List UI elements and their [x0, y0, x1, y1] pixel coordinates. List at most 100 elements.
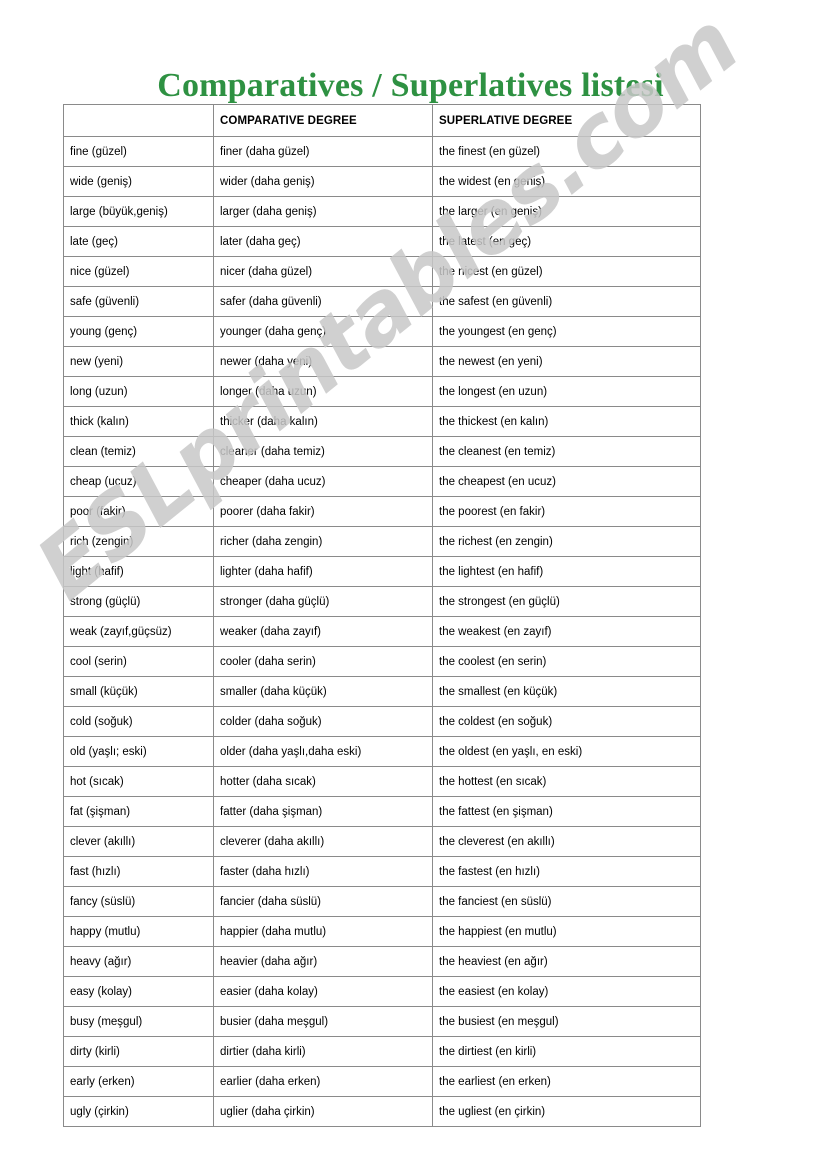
cell-comparative: dirtier (daha kirli) — [213, 1036, 433, 1067]
cell-comparative: larger (daha geniş) — [213, 196, 433, 227]
cell-adjective: fast (hızlı) — [63, 856, 214, 887]
table-row: large (büyük,geniş) larger (daha geniş) th… — [63, 196, 701, 227]
table-row: thick (kalın) thicker (daha kalın) the thi… — [63, 406, 701, 437]
column-header-superlative: SUPERLATIVE DEGREE — [432, 104, 701, 137]
cell-superlative: the strongest (en güçlü) — [432, 586, 701, 617]
column-header-adjective — [63, 104, 214, 137]
cell-comparative: finer (daha güzel) — [213, 136, 433, 167]
cell-adjective: light (hafif) — [63, 556, 214, 587]
cell-superlative: the earliest (en erken) — [432, 1066, 701, 1097]
cell-superlative: the youngest (en genç) — [432, 316, 701, 347]
cell-adjective: clever (akıllı) — [63, 826, 214, 857]
cell-adjective: large (büyük,geniş) — [63, 196, 214, 227]
cell-adjective: cool (serin) — [63, 646, 214, 677]
cell-comparative: longer (daha uzun) — [213, 376, 433, 407]
table-header-row: COMPARATIVE DEGREE SUPERLATIVE DEGREE — [63, 104, 701, 137]
table-row: fine (güzel) finer (daha güzel) the finest… — [63, 136, 701, 167]
page-title: Comparatives / Superlatives listesi — [157, 66, 664, 104]
cell-comparative: richer (daha zengin) — [213, 526, 433, 557]
cell-comparative: uglier (daha çirkin) — [213, 1096, 433, 1127]
table-row: easy (kolay) easier (daha kolay) the easie… — [63, 976, 701, 1007]
cell-superlative: the longest (en uzun) — [432, 376, 701, 407]
table-body: fine (güzel) finer (daha güzel) the finest… — [63, 136, 701, 1127]
table-row: happy (mutlu) happier (daha mutlu) the hap… — [63, 916, 701, 947]
cell-comparative: older (daha yaşlı,daha eski) — [213, 736, 433, 767]
cell-superlative: the coldest (en soğuk) — [432, 706, 701, 737]
cell-adjective: nice (güzel) — [63, 256, 214, 287]
cell-adjective: poor (fakir) — [63, 496, 214, 527]
table-row: late (geç) later (daha geç) the latest (en… — [63, 226, 701, 257]
cell-comparative: thicker (daha kalın) — [213, 406, 433, 437]
cell-adjective: young (genç) — [63, 316, 214, 347]
cell-comparative: cooler (daha serin) — [213, 646, 433, 677]
cell-comparative: later (daha geç) — [213, 226, 433, 257]
cell-adjective: new (yeni) — [63, 346, 214, 377]
table-row: young (genç) younger (daha genç) the young… — [63, 316, 701, 347]
table-row: wide (geniş) wider (daha geniş) the widest… — [63, 166, 701, 197]
cell-superlative: the fanciest (en süslü) — [432, 886, 701, 917]
cell-comparative: poorer (daha fakir) — [213, 496, 433, 527]
cell-comparative: younger (daha genç) — [213, 316, 433, 347]
table-row: cool (serin) cooler (daha serin) the coole… — [63, 646, 701, 677]
cell-comparative: cleaner (daha temiz) — [213, 436, 433, 467]
table-row: poor (fakir) poorer (daha fakir) the poore… — [63, 496, 701, 527]
cell-comparative: fancier (daha süslü) — [213, 886, 433, 917]
cell-adjective: clean (temiz) — [63, 436, 214, 467]
cell-superlative: the weakest (en zayıf) — [432, 616, 701, 647]
cell-adjective: safe (güvenli) — [63, 286, 214, 317]
cell-superlative: the poorest (en fakir) — [432, 496, 701, 527]
cell-adjective: small (küçük) — [63, 676, 214, 707]
table-row: dirty (kirli) dirtier (daha kirli) the dir… — [63, 1036, 701, 1067]
cell-superlative: the cleverest (en akıllı) — [432, 826, 701, 857]
cell-comparative: stronger (daha güçlü) — [213, 586, 433, 617]
cell-superlative: the widest (en geniş) — [432, 166, 701, 197]
column-header-comparative: COMPARATIVE DEGREE — [213, 104, 433, 137]
cell-adjective: fine (güzel) — [63, 136, 214, 167]
cell-adjective: thick (kalın) — [63, 406, 214, 437]
cell-comparative: cheaper (daha ucuz) — [213, 466, 433, 497]
table-row: long (uzun) longer (daha uzun) the longest… — [63, 376, 701, 407]
cell-comparative: happier (daha mutlu) — [213, 916, 433, 947]
cell-superlative: the thickest (en kalın) — [432, 406, 701, 437]
cell-comparative: faster (daha hızlı) — [213, 856, 433, 887]
table-row: hot (sıcak) hotter (daha sıcak) the hottes… — [63, 766, 701, 797]
cell-superlative: the happiest (en mutlu) — [432, 916, 701, 947]
cell-adjective: cold (soğuk) — [63, 706, 214, 737]
table-row: small (küçük) smaller (daha küçük) the sma… — [63, 676, 701, 707]
cell-superlative: the oldest (en yaşlı, en eski) — [432, 736, 701, 767]
cell-superlative: the cheapest (en ucuz) — [432, 466, 701, 497]
table-row: nice (güzel) nicer (daha güzel) the nicest… — [63, 256, 701, 287]
cell-superlative: the ugliest (en çirkin) — [432, 1096, 701, 1127]
cell-adjective: heavy (ağır) — [63, 946, 214, 977]
cell-superlative: the dirtiest (en kirli) — [432, 1036, 701, 1067]
cell-superlative: the hottest (en sıcak) — [432, 766, 701, 797]
cell-comparative: easier (daha kolay) — [213, 976, 433, 1007]
cell-adjective: ugly (çirkin) — [63, 1096, 214, 1127]
table-row: light (hafif) lighter (daha hafif) the lig… — [63, 556, 701, 587]
cell-superlative: the latest (en geç) — [432, 226, 701, 257]
cell-comparative: colder (daha soğuk) — [213, 706, 433, 737]
cell-adjective: easy (kolay) — [63, 976, 214, 1007]
cell-adjective: weak (zayıf,güçsüz) — [63, 616, 214, 647]
cell-adjective: busy (meşgul) — [63, 1006, 214, 1037]
table-row: fat (şişman) fatter (daha şişman) the fatt… — [63, 796, 701, 827]
vocabulary-table-container: COMPARATIVE DEGREE SUPERLATIVE DEGREE fi… — [63, 104, 701, 1127]
cell-superlative: the coolest (en serin) — [432, 646, 701, 677]
cell-superlative: the smallest (en küçük) — [432, 676, 701, 707]
cell-adjective: old (yaşlı; eski) — [63, 736, 214, 767]
cell-superlative: the cleanest (en temiz) — [432, 436, 701, 467]
table-row: cold (soğuk) colder (daha soğuk) the colde… — [63, 706, 701, 737]
cell-comparative: hotter (daha sıcak) — [213, 766, 433, 797]
cell-adjective: happy (mutlu) — [63, 916, 214, 947]
cell-superlative: the heaviest (en ağır) — [432, 946, 701, 977]
cell-superlative: the easiest (en kolay) — [432, 976, 701, 1007]
cell-adjective: rich (zengin) — [63, 526, 214, 557]
cell-superlative: the newest (en yeni) — [432, 346, 701, 377]
cell-comparative: smaller (daha küçük) — [213, 676, 433, 707]
table-row: safe (güvenli) safer (daha güvenli) the sa… — [63, 286, 701, 317]
table-row: strong (güçlü) stronger (daha güçlü) the s… — [63, 586, 701, 617]
comparatives-superlatives-table: COMPARATIVE DEGREE SUPERLATIVE DEGREE fi… — [63, 104, 701, 1127]
cell-comparative: earlier (daha erken) — [213, 1066, 433, 1097]
cell-adjective: fancy (süslü) — [63, 886, 214, 917]
table-row: fast (hızlı) faster (daha hızlı) the faste… — [63, 856, 701, 887]
